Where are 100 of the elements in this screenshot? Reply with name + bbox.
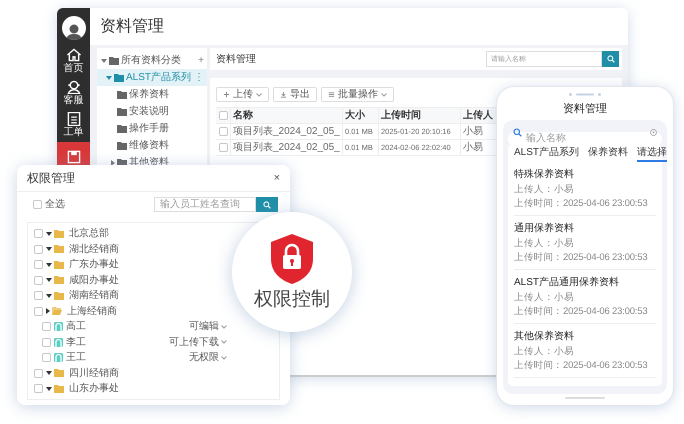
checkbox[interactable]	[34, 260, 43, 270]
checkbox[interactable]	[218, 111, 228, 120]
checkbox[interactable]	[33, 200, 42, 209]
toolbar-button[interactable]: 批量操作	[321, 87, 394, 102]
item-title: 通用保养资料	[514, 222, 575, 236]
column-header: 大小	[342, 108, 378, 124]
tab[interactable]: ALST产品系列	[514, 146, 580, 162]
badge-label: 权限控制	[254, 289, 330, 311]
table-cell: 小易	[460, 140, 492, 156]
tree-label: 湖北经销商	[69, 242, 119, 257]
item-uploader: 上传人：小易	[514, 291, 575, 304]
item-title: 特殊保养资料	[514, 168, 575, 182]
caret-icon	[221, 356, 227, 360]
tree-item[interactable]: 上海经销商	[34, 304, 117, 319]
permission-dropdown[interactable]: 可编辑	[189, 319, 227, 334]
search-button[interactable]	[256, 197, 278, 212]
home-icon	[66, 48, 80, 62]
tree-item[interactable]: 咸阳办事处	[34, 272, 119, 288]
checkbox[interactable]	[42, 353, 51, 362]
close-button[interactable]: ×	[274, 172, 280, 184]
caret-icon	[256, 92, 262, 96]
search-field[interactable]: 输入名称	[508, 132, 662, 146]
item-time: 上传时间：2025-04-06 23:00:53	[514, 305, 648, 318]
document-item[interactable]: 特殊保养资料 上传人：小易 上传时间：2025-04-06 23:00:53	[514, 162, 656, 216]
headset-icon	[66, 80, 80, 94]
tree-label: 所有资料分类	[121, 54, 182, 68]
clipboard-icon	[66, 112, 80, 126]
column-header: 上传时间	[378, 108, 460, 124]
tree-label: 操作手册	[129, 122, 170, 136]
select-all-label: 全选	[45, 198, 65, 212]
column-header: 名称	[230, 108, 342, 124]
caret-icon	[221, 324, 227, 329]
caret-icon	[381, 92, 387, 96]
page-title: 资料管理	[100, 16, 164, 36]
user-name: 王工	[66, 351, 87, 366]
caret-icon	[221, 340, 227, 344]
permission-dropdown[interactable]: 无权限	[189, 350, 227, 366]
nav-label: 首页	[64, 63, 84, 74]
nav-item[interactable]: 工单	[57, 110, 90, 140]
tab[interactable]: 保养资料	[588, 146, 628, 162]
tree-item[interactable]: 所有资料分类 +	[97, 52, 207, 69]
checkbox[interactable]	[218, 143, 228, 152]
checkbox[interactable]	[34, 368, 43, 378]
table-cell: 项目列表_2024_02_05_	[230, 124, 342, 140]
tree-item[interactable]: 保养资料	[97, 86, 207, 103]
checkbox[interactable]	[34, 291, 43, 300]
checkbox[interactable]	[34, 306, 43, 316]
tree-action[interactable]: +	[198, 53, 204, 68]
screen-title: 资料管理	[563, 102, 607, 117]
tree-item[interactable]: 广东办事处	[34, 257, 119, 272]
checkbox[interactable]	[34, 229, 43, 238]
document-item[interactable]: 通用保养资料 上传人：小易 上传时间：2025-04-06 23:00:53	[514, 216, 656, 270]
tab[interactable]: 请选择	[637, 146, 668, 162]
search-icon	[606, 55, 614, 63]
tree-item[interactable]: 山东办事处	[34, 381, 119, 396]
checkbox[interactable]	[34, 384, 43, 394]
item-time: 上传时间：2025-04-06 23:00:53	[514, 197, 648, 210]
tree-label: 山东办事处	[69, 382, 119, 396]
tree-label: 维修资料	[129, 138, 170, 153]
document-item[interactable]: 其他保养资料 上传人：小易 上传时间：2025-04-06 23:00:53	[514, 324, 656, 378]
tree-label: 四川经销商	[69, 366, 119, 381]
tree-label: 咸阳办事处	[69, 274, 119, 288]
user-name: 高工	[66, 320, 87, 334]
item-uploader: 上传人：小易	[514, 183, 575, 196]
checkbox[interactable]	[34, 244, 43, 254]
tree-item[interactable]: 湖南经销商	[34, 288, 119, 304]
permission-dropdown[interactable]: 可上传下载	[169, 334, 227, 350]
shield-lock-icon	[270, 233, 314, 285]
user-icon	[54, 353, 63, 362]
tree-item[interactable]: 操作手册	[97, 120, 207, 137]
nav-item[interactable]: 客服	[57, 78, 90, 108]
table-cell: 项目列表_2024_02_05_	[230, 140, 342, 156]
nav-item[interactable]: 首页	[57, 46, 90, 76]
tree-item[interactable]: 北京总部	[34, 226, 109, 242]
clear-icon[interactable]	[650, 128, 657, 136]
checkbox[interactable]	[218, 127, 228, 136]
document-item[interactable]: ALST产品通用保养资料 上传人：小易 上传时间：2025-04-06 23:00:53	[514, 270, 656, 324]
search-field[interactable]: 输入员工姓名查询	[154, 197, 256, 212]
person-silhouette-icon	[64, 22, 82, 40]
checkbox[interactable]	[42, 322, 51, 332]
tree-label: 广东办事处	[69, 258, 119, 272]
tree-item[interactable]: 安装说明	[97, 103, 207, 120]
item-title: ALST产品通用保养资料	[514, 276, 620, 290]
tree-item[interactable]: 湖北经销商	[34, 242, 119, 257]
tree-item[interactable]: 四川经销商	[34, 366, 119, 381]
user-name: 李工	[66, 336, 87, 350]
tree-item[interactable]: 维修资料	[97, 137, 207, 154]
checkbox[interactable]	[34, 276, 43, 285]
item-uploader: 上传人：小易	[514, 345, 575, 358]
search-button[interactable]	[602, 51, 619, 67]
item-uploader: 上传人：小易	[514, 237, 575, 250]
speaker-dots-icon	[569, 93, 601, 96]
tree-label: 上海经销商	[67, 304, 117, 319]
item-time: 上传时间：2025-04-06 23:00:53	[514, 359, 648, 372]
table-cell: 小易	[460, 124, 492, 140]
checkbox[interactable]	[42, 338, 51, 347]
toolbar-button[interactable]: 上传	[216, 87, 269, 102]
dialog-title: 权限管理	[27, 170, 75, 187]
column-header: 上传人	[460, 108, 492, 124]
toolbar-button[interactable]: 导出	[273, 87, 317, 102]
